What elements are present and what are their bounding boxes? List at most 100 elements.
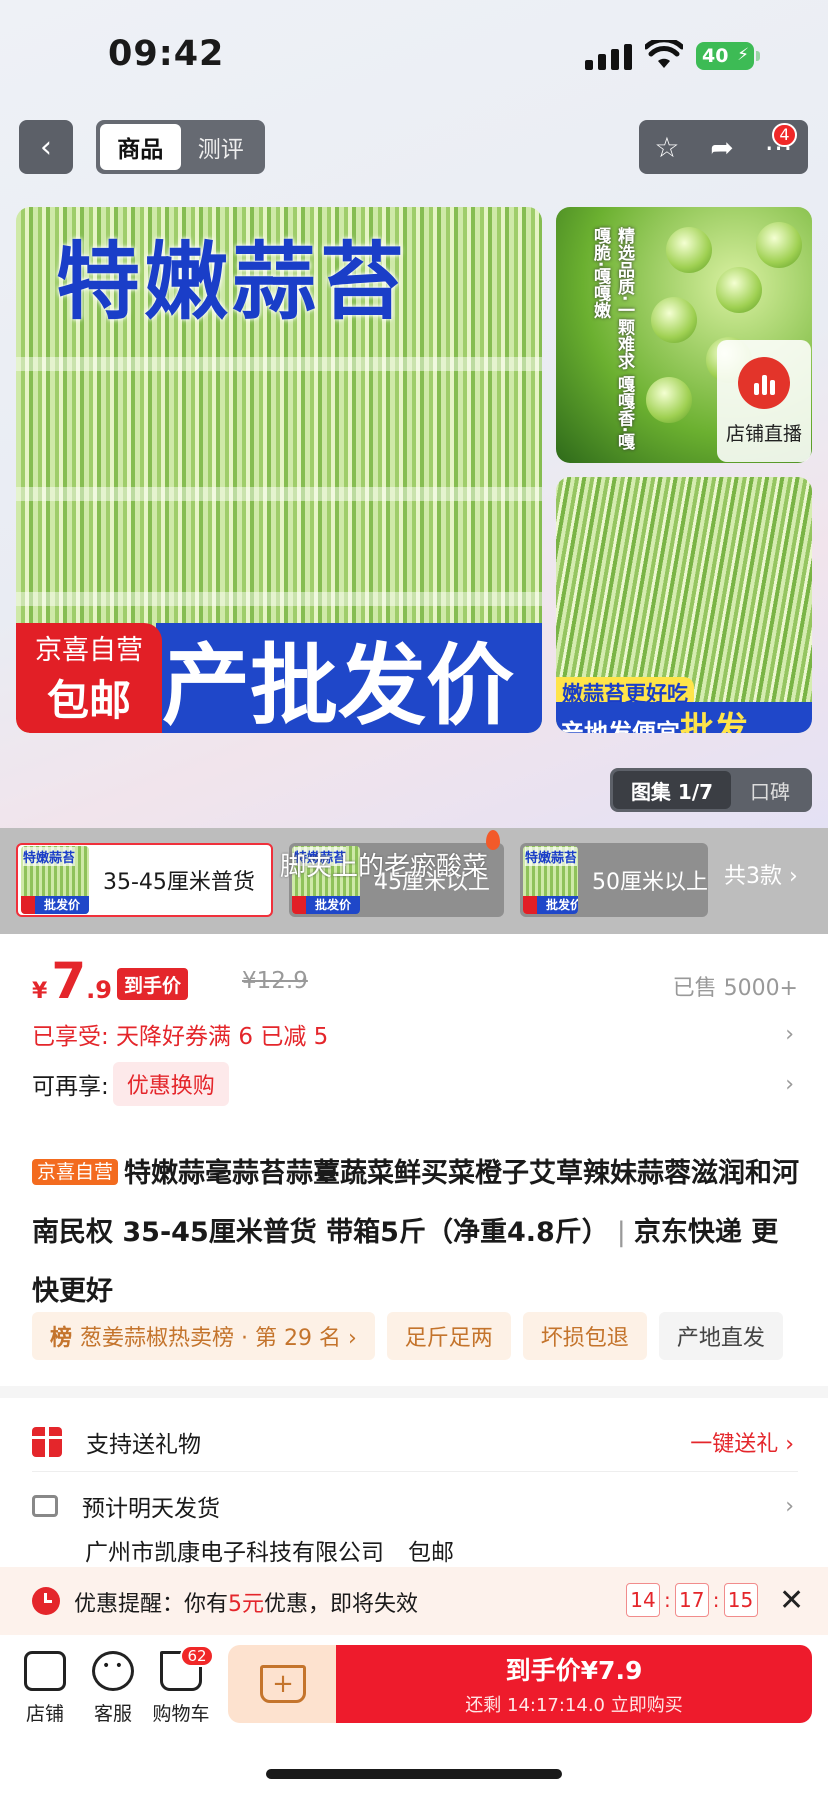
variant-thumbnail: 特嫩蒜苔 批发价 (523, 846, 578, 914)
live-bars-icon (738, 356, 790, 409)
overlay-watermark: 脚夹上的老瘀酸菜 (280, 852, 489, 882)
coupon-applied-row[interactable]: 已享受: 天降好券满 6 已减 5 › (32, 1014, 798, 1054)
title-separator: | (616, 1217, 626, 1248)
countdown-seconds: 15 (723, 1583, 758, 1617)
star-icon[interactable]: ☆ (654, 131, 679, 164)
side-banner-emph: 批发 (680, 710, 748, 733)
charging-icon: ⚡ (737, 45, 749, 65)
variant-option[interactable]: 特嫩蒜苔 批发价 35-45厘米普货 (16, 843, 273, 917)
chevron-left-icon: ‹ (40, 129, 52, 165)
free-shipping-label: 包邮 (408, 1540, 454, 1566)
tab-review[interactable]: 测评 (181, 124, 262, 170)
countdown-colon: : (664, 1588, 671, 1612)
store-live-button[interactable]: 店铺直播 (717, 340, 811, 462)
product-gallery[interactable]: 09:42 40 ⚡ ‹ 商品 测评 ☆ ➦ ⋯ 4 特嫩蒜苔 产批发价 京喜自… (0, 0, 828, 828)
gift-label: 支持送礼物 (86, 1431, 201, 1458)
coupon-reminder-bar[interactable]: 优惠提醒：你有5元优惠，即将失效 14: 17: 15 ✕ (0, 1567, 828, 1635)
gift-row[interactable]: 支持送礼物 一键送礼 › (32, 1412, 798, 1472)
buy-now-button[interactable]: 到手价¥7.9 还剩 14:17:14.0 立即购买 (336, 1645, 812, 1723)
buy-countdown-label: 还剩 14:17:14.0 立即购买 (465, 1695, 683, 1716)
thumb-title: 特嫩蒜苔 (23, 847, 76, 866)
sold-count: 已售 5000+ (672, 976, 798, 1001)
variant-thumbnail: 特嫩蒜苔 批发价 (21, 846, 89, 914)
tab-customer-service[interactable]: 客服 (78, 1651, 148, 1726)
chevron-right-icon: › (785, 1493, 794, 1519)
truck-icon (32, 1495, 58, 1517)
reminder-text: 优惠提醒：你有5元优惠，即将失效 (74, 1586, 418, 1618)
view-switcher: 商品 测评 (96, 120, 265, 174)
status-time: 09:42 (108, 34, 225, 74)
shipping-row[interactable]: 预计明天发货 › (32, 1484, 798, 1528)
self-run-badge: 京喜自营 (32, 1159, 119, 1185)
tab-cart-label: 购物车 (152, 1703, 210, 1725)
more-offers-row[interactable]: 可再享: 优惠换购 › (32, 1062, 798, 1106)
share-icon[interactable]: ➦ (710, 131, 733, 164)
countdown-colon: : (712, 1588, 720, 1612)
side-image-bundle[interactable]: 嫩蒜苔更好吃 产地发便宜批发 (556, 477, 812, 733)
feature-tag[interactable]: 坏损包退 (522, 1312, 647, 1360)
variant-option[interactable]: 特嫩蒜苔 批发价 50厘米以上 (520, 843, 708, 917)
store-icon (24, 1651, 66, 1691)
final-price: ¥ 7 .9 (32, 952, 112, 1010)
tab-store-label: 店铺 (25, 1703, 64, 1725)
trade-in-offer-pill[interactable]: 优惠换购 (112, 1062, 229, 1106)
tab-product[interactable]: 商品 (100, 124, 181, 170)
product-info-card: ¥ 7 .9 到手价 ¥12.9 已售 5000+ 已享受: 天降好券满 6 已… (0, 934, 828, 1386)
ranking-tag[interactable]: 榜葱姜蒜椒热卖榜 · 第 29 名 › (32, 1312, 375, 1360)
variant-label: 35-45厘米普货 (103, 870, 255, 895)
reminder-prefix: 优惠提醒：你有 (74, 1592, 229, 1617)
gallery-tab[interactable]: 图集 1/7 (613, 771, 731, 809)
flame-icon (486, 830, 500, 850)
variant-count-link[interactable]: 共3款 › (724, 858, 798, 890)
gallery-switcher: 图集 1/7 口碑 (610, 768, 812, 812)
chevron-right-icon: › (785, 1071, 794, 1097)
reminder-amount: 5元 (228, 1592, 265, 1617)
add-to-cart-button[interactable]: + (228, 1645, 338, 1723)
send-gift-link[interactable]: 一键送礼 › (690, 1426, 794, 1458)
battery-indicator: 40 ⚡ (696, 42, 760, 70)
top-nav: ‹ 商品 测评 ☆ ➦ ⋯ 4 (0, 118, 828, 176)
tab-store[interactable]: 店铺 (10, 1651, 80, 1726)
services-card: 支持送礼物 一键送礼 › 预计明天发货 › 广州市凯康电子科技有限公司 包邮 (0, 1398, 828, 1568)
price-currency: ¥ (32, 979, 48, 1004)
product-title: 京喜自营 特嫩蒜毫蒜苔蒜薹蔬菜鲜买菜橙子艾草辣妹蒜蓉滋润和河南民权 35-45厘米… (32, 1144, 802, 1321)
variant-label: 50厘米以上 (592, 870, 708, 895)
countdown-timer: 14: 17: 15 (626, 1583, 758, 1617)
status-bar: 09:42 40 ⚡ (0, 0, 828, 110)
customer-service-icon (92, 1651, 134, 1691)
seller-name: 广州市凯康电子科技有限公司 (85, 1540, 384, 1566)
add-cart-icon: + (260, 1665, 306, 1703)
price-decimal: .9 (86, 976, 112, 1004)
action-group: ☆ ➦ ⋯ 4 (639, 120, 808, 174)
image-title-text: 特嫩蒜苔 (56, 233, 409, 331)
original-price: ¥12.9 (242, 968, 308, 994)
self-run-stamp-line1: 京喜自营 (35, 635, 143, 666)
self-run-stamp: 京喜自营 包邮 (16, 623, 162, 733)
stem-closeup (651, 297, 697, 343)
close-icon[interactable]: ✕ (779, 1583, 804, 1618)
countdown-minutes: 17 (674, 1583, 709, 1617)
reminder-suffix: 优惠，即将失效 (264, 1592, 419, 1617)
shipping-label: 预计明天发货 (82, 1496, 220, 1522)
battery-level: 40 (702, 45, 729, 67)
main-product-image[interactable]: 特嫩蒜苔 产批发价 京喜自营 包邮 (16, 207, 542, 733)
price-row: ¥ 7 .9 到手价 ¥12.9 已售 5000+ (32, 952, 798, 1012)
store-live-label: 店铺直播 (725, 422, 802, 445)
feature-tag[interactable]: 足斤足两 (386, 1312, 511, 1360)
clock-icon (32, 1587, 60, 1615)
more-icon[interactable]: ⋯ 4 (765, 122, 797, 164)
signal-icon (585, 44, 633, 70)
feature-tag[interactable]: 产地直发 (658, 1312, 783, 1360)
rank-icon: 榜 (50, 1326, 73, 1351)
reviews-tab[interactable]: 口碑 (731, 771, 809, 809)
stem-closeup (646, 377, 692, 423)
side-image-caption: 精选品质·一颗难求 嘎嘎香·嘎嘎脆·嘎嘎嫩 (590, 227, 634, 450)
side-banner-prefix: 产地发便宜 (560, 719, 680, 733)
self-run-stamp-line2: 包邮 (46, 676, 131, 725)
buy-price-label: 到手价¥7.9 (505, 1656, 643, 1685)
back-button[interactable]: ‹ (19, 120, 73, 174)
price-integer: 7 (51, 952, 87, 1010)
gift-icon (32, 1426, 62, 1457)
bundle-band (16, 592, 542, 606)
bundle-band (16, 487, 542, 501)
